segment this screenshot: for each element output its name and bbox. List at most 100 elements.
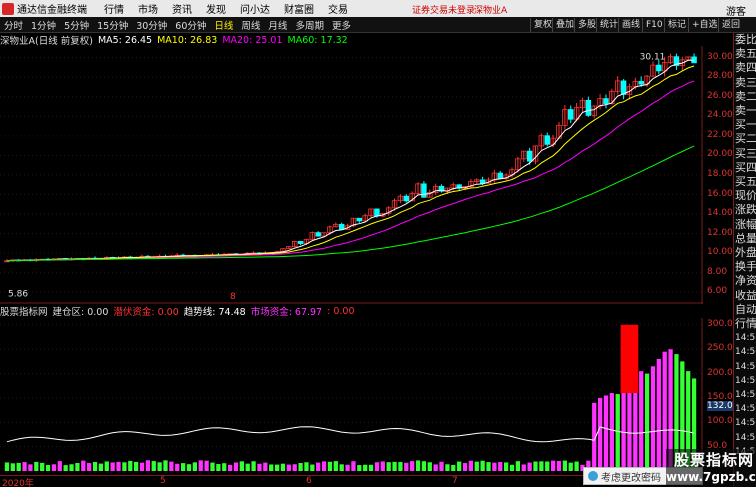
candle-body bbox=[356, 217, 363, 222]
indicator-column bbox=[415, 460, 421, 471]
indicator-column bbox=[374, 462, 380, 471]
menu-item-market[interactable]: 市场 bbox=[131, 1, 165, 16]
indicator-line bbox=[6, 426, 695, 443]
period-monthly[interactable]: 月线 bbox=[264, 18, 291, 32]
period-1min[interactable]: 1分钟 bbox=[27, 18, 60, 32]
indicator-column bbox=[621, 388, 626, 471]
side-panel-row: 14:56 bbox=[735, 333, 756, 344]
menu-bar: 通达信金融终端 行情 市场 资讯 发现 问小达 财富圈 交易 证券交易未登录 深… bbox=[0, 0, 756, 18]
app-name: 通达信金融终端 bbox=[17, 5, 87, 16]
candle-body bbox=[526, 150, 533, 162]
watermark-url: www.7gpzb.com bbox=[666, 470, 756, 484]
indicator-column bbox=[568, 462, 573, 471]
stock-link[interactable]: 深物业A bbox=[474, 3, 507, 16]
indicator-column bbox=[34, 461, 39, 471]
indicator-column bbox=[609, 393, 614, 471]
menu-item-discover[interactable]: 发现 bbox=[199, 1, 233, 16]
side-panel-row: 卖一 bbox=[735, 104, 756, 118]
ma10-line bbox=[6, 65, 695, 262]
menu-item-ask[interactable]: 问小达 bbox=[233, 1, 277, 16]
indicator-column bbox=[574, 461, 579, 471]
period-daily[interactable]: 日线 bbox=[210, 18, 237, 32]
indicator-header: 股票指标网 建仓区: 0.00 潜伏资金: 0.00 趋势线: 74.48 市场… bbox=[0, 305, 359, 319]
side-panel-row: 换手 bbox=[735, 260, 756, 274]
add-favorite-button[interactable]: +自选 bbox=[688, 18, 721, 32]
period-intraday[interactable]: 分时 bbox=[0, 18, 27, 32]
side-panel-row: 涨幅 bbox=[735, 217, 756, 231]
period-multi[interactable]: 多周期 bbox=[291, 18, 328, 32]
side-panel-row: 卖四 bbox=[735, 61, 756, 75]
candle-body bbox=[567, 109, 574, 120]
period-60min[interactable]: 60分钟 bbox=[171, 18, 210, 32]
price-tick: 12.00 bbox=[707, 227, 733, 238]
chart-header: 深物业A(日线 前复权) MA5: 26.45 MA10: 26.83 MA20… bbox=[0, 34, 353, 48]
candle-body bbox=[315, 232, 321, 237]
f10-button[interactable]: F10 bbox=[642, 18, 666, 32]
indicator-column bbox=[63, 465, 68, 471]
indicator-column bbox=[345, 464, 350, 471]
period-weekly[interactable]: 周线 bbox=[237, 18, 264, 32]
indicator-column bbox=[486, 462, 491, 471]
login-notice[interactable]: 证券交易未登录 bbox=[412, 3, 475, 16]
indicator-column bbox=[656, 358, 661, 471]
side-panel-row: 14:56 bbox=[735, 418, 756, 429]
trend-label: 趋势线: 74.48 bbox=[183, 307, 246, 318]
indicator-column bbox=[298, 462, 303, 471]
back-button[interactable]: 返回 bbox=[718, 18, 743, 32]
period-5min[interactable]: 5分钟 bbox=[60, 18, 93, 32]
menu-item-quotes[interactable]: 行情 bbox=[97, 1, 131, 16]
quote-side-panel: 委比 卖五 卖四 卖三 卖二 卖一 买一 买二 买三 买四 买五 现价 涨跌 涨幅 总量 外盘 换手 净资 收益 自动… bbox=[733, 33, 756, 487]
indicator-column bbox=[474, 461, 479, 471]
indicator-column bbox=[28, 464, 33, 471]
period-15min[interactable]: 15分钟 bbox=[93, 18, 132, 32]
period-more[interactable]: 更多 bbox=[328, 18, 355, 32]
date-label-7: 7 bbox=[452, 476, 458, 486]
indicator-column bbox=[445, 464, 450, 471]
price-tick: 22.00 bbox=[707, 129, 733, 140]
indicator-column bbox=[363, 464, 368, 471]
candle-body bbox=[421, 183, 427, 198]
period-toolbar: 分时 1分钟 5分钟 15分钟 30分钟 60分钟 日线 周线 月线 多周期 更… bbox=[0, 17, 756, 33]
mark-button[interactable]: 标记 bbox=[664, 18, 689, 32]
indicator-column bbox=[380, 461, 385, 471]
indicator-column bbox=[286, 464, 291, 471]
ma20-label: MA20: 25.01 bbox=[222, 34, 283, 46]
info-icon bbox=[588, 471, 598, 481]
ma10-label: MA10: 26.83 bbox=[157, 34, 218, 46]
side-panel-row: 行情 bbox=[735, 317, 756, 331]
side-panel-row: 卖三 bbox=[735, 75, 756, 89]
indicator-column bbox=[239, 461, 244, 471]
indicator-column bbox=[533, 461, 538, 471]
candle-body bbox=[585, 99, 592, 116]
indicator-column bbox=[210, 462, 215, 471]
indicator-column bbox=[16, 462, 21, 471]
indicator-column bbox=[198, 460, 203, 471]
candlestick-chart[interactable]: 30.11 5.86 8 bbox=[0, 46, 703, 304]
indicator-column bbox=[316, 462, 321, 471]
indicator-column bbox=[421, 461, 427, 471]
menu-item-news[interactable]: 资讯 bbox=[165, 1, 199, 16]
candle-body bbox=[544, 135, 550, 145]
price-tick: 26.00 bbox=[707, 90, 733, 101]
indicator-column bbox=[169, 461, 174, 471]
indicator-column bbox=[433, 464, 438, 471]
price-tick: 24.00 bbox=[707, 110, 733, 121]
indicator-column bbox=[139, 462, 145, 471]
change-password-label: 考虑更改密码 bbox=[601, 472, 661, 484]
indicator-column bbox=[186, 464, 192, 471]
indicator-chart[interactable] bbox=[0, 318, 703, 475]
qiankun-label: 潜伏资金: 0.00 bbox=[113, 307, 179, 318]
draw-line-button[interactable]: 画线 bbox=[618, 18, 643, 32]
guest-label[interactable]: 游客 bbox=[726, 3, 746, 18]
indicator-column bbox=[509, 464, 515, 471]
ma60-label: MA60: 17.32 bbox=[287, 34, 348, 46]
indicator-column bbox=[128, 460, 133, 471]
mark-annotation: 8 bbox=[230, 292, 236, 302]
period-30min[interactable]: 30分钟 bbox=[132, 18, 171, 32]
menu-item-trade[interactable]: 交易 bbox=[321, 1, 355, 16]
menu-item-wealth[interactable]: 财富圈 bbox=[277, 1, 321, 16]
indicator-column bbox=[639, 371, 644, 471]
indicator-column bbox=[57, 461, 62, 471]
side-panel-row: 净资 bbox=[735, 274, 756, 288]
candle-series bbox=[4, 53, 697, 263]
